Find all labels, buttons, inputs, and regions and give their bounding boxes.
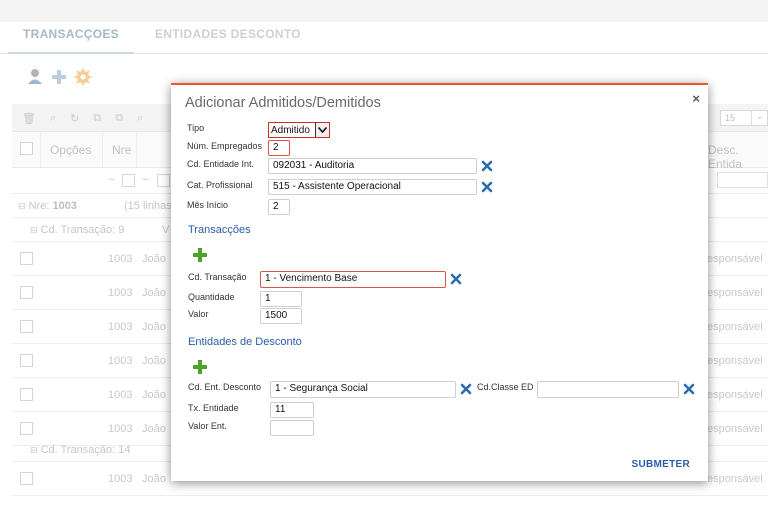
tipo-value: Admitido bbox=[271, 124, 310, 136]
clear-ent-desconto-icon[interactable] bbox=[460, 383, 472, 395]
clear-classe-icon[interactable] bbox=[683, 383, 695, 395]
modal-title: Adicionar Admitidos/Demitidos bbox=[185, 95, 381, 111]
cat-profissional-input[interactable]: 515 - Assistente Operacional bbox=[268, 179, 477, 195]
close-icon[interactable]: × bbox=[692, 91, 700, 106]
clear-transacao-icon[interactable] bbox=[450, 273, 462, 285]
valor-input[interactable]: 1500 bbox=[260, 308, 302, 324]
mes-inicio-label: Mês Início bbox=[187, 200, 229, 210]
cd-transacao-label: Cd. Transação bbox=[188, 272, 247, 282]
tipo-label: Tipo bbox=[187, 123, 205, 133]
tx-entidade-label: Tx. Entidade bbox=[188, 403, 239, 413]
transacoes-section-title: Transacções bbox=[188, 224, 251, 236]
cd-ent-desconto-label: Cd. Ent. Desconto bbox=[188, 382, 262, 392]
entidades-section-title: Entidades de Desconto bbox=[188, 336, 302, 348]
clear-categoria-icon[interactable] bbox=[481, 181, 493, 193]
num-empregados-label: Núm. Empregados bbox=[187, 141, 263, 151]
cd-classe-input[interactable] bbox=[537, 381, 679, 398]
submit-button[interactable]: SUBMETER bbox=[631, 459, 690, 470]
valor-ent-input[interactable] bbox=[270, 420, 314, 436]
cd-ent-desconto-input[interactable]: 1 - Segurança Social bbox=[270, 381, 456, 398]
valor-ent-label: Valor Ent. bbox=[188, 421, 227, 431]
mes-inicio-input[interactable]: 2 bbox=[268, 199, 290, 215]
cd-transacao-input[interactable]: 1 - Vencimento Base bbox=[260, 271, 446, 288]
quantidade-label: Quantidade bbox=[188, 292, 235, 302]
add-entidade-icon[interactable] bbox=[193, 360, 207, 374]
cat-profissional-label: Cat. Profissional bbox=[187, 180, 253, 190]
num-empregados-input[interactable]: 2 bbox=[268, 140, 290, 156]
add-admitidos-modal: Adicionar Admitidos/Demitidos × Tipo Adm… bbox=[171, 83, 708, 481]
cd-entidade-input[interactable]: 092031 - Auditoria bbox=[268, 158, 477, 174]
add-transacao-icon[interactable] bbox=[193, 248, 207, 262]
quantidade-input[interactable]: 1 bbox=[260, 291, 302, 307]
cd-classe-label: Cd.Classe ED bbox=[477, 382, 534, 392]
clear-entidade-icon[interactable] bbox=[481, 160, 493, 172]
valor-label: Valor bbox=[188, 309, 209, 319]
tipo-select[interactable]: Admitido bbox=[268, 122, 330, 138]
chevron-down-icon bbox=[315, 123, 329, 137]
tx-entidade-input[interactable]: 11 bbox=[270, 402, 314, 418]
cd-entidade-label: Cd. Entidade Int. bbox=[187, 159, 255, 169]
